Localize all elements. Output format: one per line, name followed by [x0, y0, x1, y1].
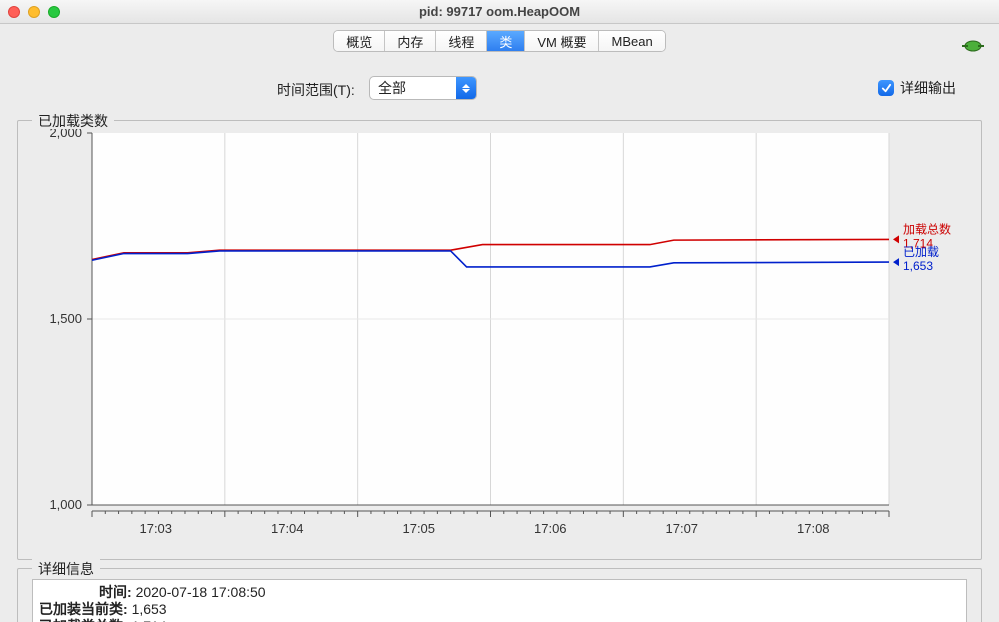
- detail-row-time: 时间: 2020-07-18 17:08:50: [39, 584, 960, 601]
- svg-text:1,653: 1,653: [903, 259, 933, 273]
- svg-text:1,500: 1,500: [49, 311, 82, 326]
- time-range-label: 时间范围(T):: [277, 80, 355, 100]
- line-chart: 1,000 1,500 2,000 17:03 17:04 17:05 17:06 17:07…: [32, 129, 967, 545]
- chevron-updown-icon: [456, 77, 476, 99]
- svg-text:17:07: 17:07: [666, 521, 699, 536]
- svg-text:1,000: 1,000: [49, 497, 82, 512]
- titlebar: pid: 99717 oom.HeapOOM: [0, 0, 999, 24]
- svg-text:加载总数: 加载总数: [903, 221, 951, 236]
- svg-text:17:05: 17:05: [402, 521, 435, 536]
- detail-row-loaded-total: 已加载类总数: 1,714: [39, 618, 960, 622]
- time-range-select[interactable]: 全部: [369, 76, 477, 100]
- maximize-icon[interactable]: [48, 6, 60, 18]
- svg-text:2,000: 2,000: [49, 129, 82, 140]
- detail-output-label: 详细输出: [900, 78, 956, 98]
- tabbar: 概览内存线程类VM 概要MBean: [0, 30, 999, 52]
- details-box: 时间: 2020-07-18 17:08:50 已加装当前类: 1,653 已加…: [32, 579, 967, 622]
- svg-text:17:03: 17:03: [139, 521, 172, 536]
- details-group-title: 详细信息: [32, 559, 100, 579]
- controls-row: 时间范围(T): 全部 详细输出: [13, 76, 986, 104]
- main-stage: 概览内存线程类VM 概要MBean 时间范围(T): 全部 详细输出 已加载类数…: [0, 24, 999, 622]
- svg-text:17:04: 17:04: [271, 521, 304, 536]
- tab-3[interactable]: 类: [487, 31, 525, 51]
- connection-status-icon: [961, 39, 985, 53]
- tab-5[interactable]: MBean: [599, 31, 664, 51]
- content-frame: 时间范围(T): 全部 详细输出 已加载类数 1,000 1,500 2,000 17…: [13, 62, 986, 622]
- window-title: pid: 99717 oom.HeapOOM: [0, 4, 999, 19]
- svg-text:已加载: 已加载: [903, 245, 939, 259]
- chart-group: 已加载类数 1,0001,5002,00017:0317:0417:0517:0…: [17, 120, 982, 560]
- checkbox-icon: [878, 80, 894, 96]
- close-icon[interactable]: [8, 6, 20, 18]
- window-controls: [8, 6, 60, 18]
- tab-4[interactable]: VM 概要: [525, 31, 599, 51]
- tab-2[interactable]: 线程: [436, 31, 487, 51]
- detail-output-checkbox[interactable]: 详细输出: [878, 78, 956, 98]
- time-range-value: 全部: [370, 78, 456, 98]
- chart-group-title: 已加载类数: [32, 111, 114, 131]
- tab-segment: 概览内存线程类VM 概要MBean: [333, 30, 665, 52]
- detail-row-loaded-current: 已加装当前类: 1,653: [39, 601, 960, 618]
- svg-text:17:08: 17:08: [797, 521, 830, 536]
- minimize-icon[interactable]: [28, 6, 40, 18]
- svg-text:17:06: 17:06: [534, 521, 567, 536]
- tab-0[interactable]: 概览: [334, 31, 385, 51]
- details-group: 详细信息 时间: 2020-07-18 17:08:50 已加装当前类: 1,6…: [17, 568, 982, 622]
- chart-area[interactable]: 1,000 1,500 2,000 17:03 17:04 17:05 17:06 17:07…: [32, 129, 967, 545]
- tab-1[interactable]: 内存: [385, 31, 436, 51]
